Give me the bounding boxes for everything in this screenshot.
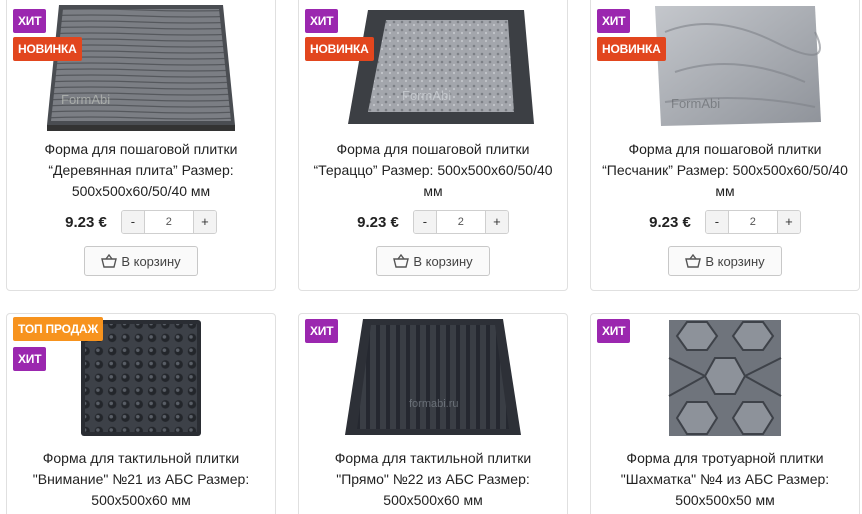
badge-hit: ХИТ — [305, 319, 339, 343]
add-to-cart-label: В корзину — [121, 253, 181, 269]
badge-new: НОВИНКА — [305, 37, 374, 61]
product-image[interactable] — [591, 314, 859, 442]
increment-button[interactable]: + — [485, 211, 508, 233]
tile-mold-sandstone-image: FormAbi — [655, 6, 821, 126]
quantity-input[interactable] — [435, 211, 486, 233]
badge-hit: ХИТ — [305, 9, 339, 33]
add-to-cart-label: В корзину — [413, 253, 473, 269]
add-to-cart-label: В корзину — [705, 253, 765, 269]
price: 9.23 € — [357, 213, 399, 231]
product-title[interactable]: Форма для пошаговой плитки “Деревянная п… — [17, 139, 265, 202]
badge-top-sales: ТОП ПРОДАЖ — [13, 317, 104, 341]
add-to-cart-button[interactable]: В корзину — [84, 246, 198, 276]
product-card: ТОП ПРОДАЖ ХИТ Форма для тактильной плит… — [6, 313, 276, 514]
product-card: FormAbi ХИТ НОВИНКА Форма для пошаговой … — [590, 0, 860, 291]
product-title[interactable]: Форма для тактильной плитки "Внимание" №… — [17, 448, 265, 511]
product-card: ХИТ Форма для тротуарной плитки "Шахматк… — [590, 313, 860, 514]
price-row: 9.23 € - + — [299, 210, 567, 234]
watermark: formabi.ru — [409, 398, 459, 410]
decrement-button[interactable]: - — [705, 211, 728, 233]
product-card: formabi.ru ХИТ Форма для тактильной плит… — [298, 313, 568, 514]
price-row: 9.23 € - + — [591, 210, 859, 234]
price: 9.23 € — [65, 213, 107, 231]
watermark: FormAbi — [671, 96, 720, 111]
product-title[interactable]: Форма для пошаговой плитки “Тераццо” Раз… — [309, 139, 557, 202]
price-row: 9.23 € - + — [7, 210, 275, 234]
decrement-button[interactable]: - — [413, 211, 436, 233]
increment-button[interactable]: + — [193, 211, 216, 233]
tile-mold-wood-image: FormAbi — [47, 5, 235, 131]
quantity-stepper: - + — [412, 210, 509, 234]
increment-button[interactable]: + — [777, 211, 800, 233]
badge-hit: ХИТ — [597, 319, 631, 343]
quantity-input[interactable] — [727, 211, 778, 233]
badge-hit: ХИТ — [13, 347, 47, 371]
watermark: FormAbi — [402, 88, 451, 103]
add-to-cart-button[interactable]: В корзину — [376, 246, 490, 276]
quantity-stepper: - + — [704, 210, 801, 234]
product-image[interactable]: FormAbi — [591, 0, 859, 137]
badge-new: НОВИНКА — [597, 37, 666, 61]
product-title[interactable]: Форма для тактильной плитки "Прямо" №22 … — [309, 448, 557, 511]
badge-hit: ХИТ — [597, 9, 631, 33]
product-title[interactable]: Форма для пошаговой плитки “Песчаник” Ра… — [601, 139, 849, 202]
product-image[interactable]: FormAbi — [299, 0, 567, 137]
paving-tile-checkers-image — [668, 320, 782, 436]
quantity-input[interactable] — [143, 211, 194, 233]
price: 9.23 € — [649, 213, 691, 231]
badge-hit: ХИТ — [13, 9, 47, 33]
product-image[interactable]: formabi.ru — [299, 314, 567, 442]
product-card: FormAbi ХИТ НОВИНКА Форма для пошаговой … — [6, 0, 276, 291]
product-card: FormAbi ХИТ НОВИНКА Форма для пошаговой … — [298, 0, 568, 291]
tactile-tile-straight-image: formabi.ru — [345, 319, 521, 435]
basket-icon — [393, 254, 410, 268]
quantity-stepper: - + — [120, 210, 217, 234]
watermark: FormAbi — [61, 92, 110, 107]
product-image[interactable]: FormAbi — [7, 0, 275, 137]
add-to-cart-button[interactable]: В корзину — [668, 246, 782, 276]
basket-icon — [101, 254, 118, 268]
decrement-button[interactable]: - — [121, 211, 144, 233]
product-title[interactable]: Форма для тротуарной плитки "Шахматка" №… — [601, 448, 849, 511]
basket-icon — [685, 254, 702, 268]
tile-mold-terrazzo-image: FormAbi — [348, 10, 534, 124]
badge-new: НОВИНКА — [13, 37, 82, 61]
